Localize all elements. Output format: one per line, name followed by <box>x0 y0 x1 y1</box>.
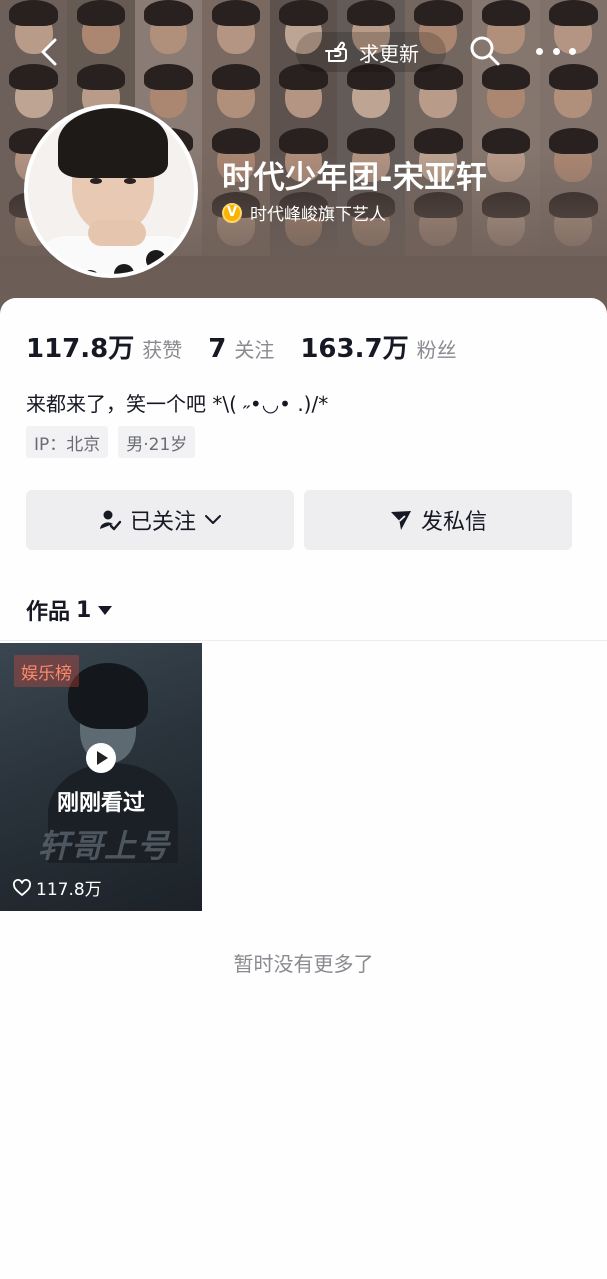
search-button[interactable] <box>468 34 502 68</box>
top-navigation-bar: 求更新 <box>0 24 607 80</box>
avatar-hair <box>58 108 168 178</box>
avatar-hand <box>88 220 146 246</box>
followers-label[interactable]: 粉丝 <box>417 334 457 363</box>
ranking-badge: 娱乐榜 <box>14 655 79 687</box>
chevron-down-icon <box>205 515 221 524</box>
send-icon <box>390 511 411 530</box>
chevron-left-icon <box>41 38 57 66</box>
following-button[interactable]: 已关注 <box>26 490 294 550</box>
profile-avatar[interactable] <box>24 104 198 278</box>
send-message-label: 发私信 <box>420 510 487 535</box>
works-count: 1 <box>76 597 92 623</box>
more-options-button[interactable] <box>536 38 576 64</box>
avatar-eye <box>90 178 102 184</box>
following-label[interactable]: 关注 <box>234 334 274 363</box>
search-icon <box>470 36 500 66</box>
profile-tags: IP：北京 男·21岁 <box>26 426 196 458</box>
following-count[interactable]: 7 <box>208 334 226 364</box>
back-button[interactable] <box>32 34 68 70</box>
likes-label: 获赞 <box>142 338 183 362</box>
gender-age-tag: 男·21岁 <box>118 426 196 458</box>
profile-name: 时代少年团-宋亚轩 <box>222 160 488 196</box>
followers-count[interactable]: 163.7万 <box>300 328 408 365</box>
user-check-icon <box>99 510 122 531</box>
ip-location-tag: IP：北京 <box>26 426 109 458</box>
works-tab[interactable]: 作品 1 <box>26 594 113 626</box>
video-likes-count: 117.8万 <box>36 880 102 900</box>
more-dot-icon <box>569 47 576 55</box>
heart-icon <box>13 878 31 896</box>
verification-row: V 时代峰峻旗下艺人 <box>222 200 386 225</box>
video-overlay-title: 轩哥上号 <box>38 827 171 865</box>
verification-text: 时代峰峻旗下艺人 <box>250 205 386 225</box>
no-more-content-text: 暂时没有更多了 <box>233 952 374 976</box>
send-message-button[interactable]: 发私信 <box>304 490 572 550</box>
video-thumbnail[interactable]: 娱乐榜 刚刚看过 轩哥上号 117.8万 <box>0 643 202 911</box>
profile-card: 117.8万 获赞 7 关注 163.7万 粉丝 来都来了，笑一个吧 *\( ˶… <box>0 298 607 1279</box>
profile-banner: 求更新 时代少年团-宋亚轩 V 时代峰峻旗下艺人 <box>0 0 607 330</box>
more-dot-icon <box>552 47 560 55</box>
request-update-label: 求更新 <box>359 41 419 66</box>
caret-down-icon <box>98 606 113 615</box>
avatar-eye <box>124 178 136 184</box>
likes-count: 117.8万 <box>26 334 135 364</box>
verified-badge-icon: V <box>222 202 242 223</box>
action-buttons: 已关注 发私信 <box>26 490 572 550</box>
stats-row: 117.8万 获赞 7 关注 163.7万 粉丝 <box>26 328 483 365</box>
profile-bio: 来都来了，笑一个吧 *\( ˶•◡• .)/* <box>26 392 329 416</box>
recently-watched-label: 刚刚看过 <box>56 791 145 816</box>
video-likes: 117.8万 <box>12 875 102 900</box>
request-update-button[interactable]: 求更新 <box>296 32 446 72</box>
play-icon <box>86 743 116 773</box>
pointing-hand-icon <box>325 41 347 62</box>
works-divider <box>0 640 607 641</box>
more-dot-icon <box>536 47 543 55</box>
following-button-label: 已关注 <box>129 510 196 535</box>
works-label: 作品 <box>26 600 71 625</box>
